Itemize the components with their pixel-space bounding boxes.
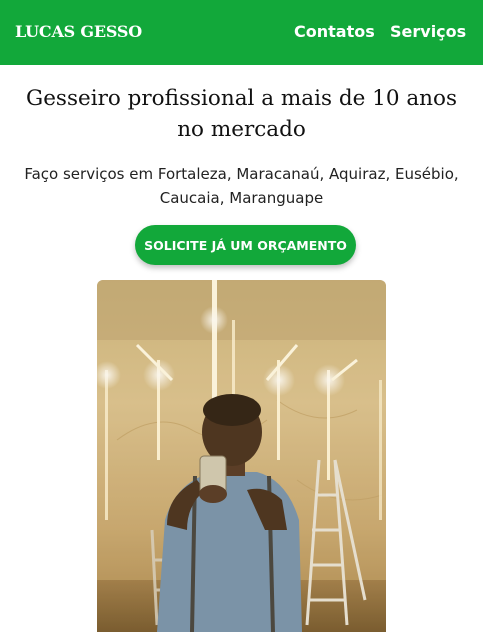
service-areas-text: Faço serviços em Fortaleza, Maracanaú, A… xyxy=(24,165,459,207)
page-headline: Gesseiro profissional a mais de 10 anos … xyxy=(26,86,457,142)
worker-selfie-photo xyxy=(97,280,386,632)
request-quote-button[interactable]: SOLICITE JÁ UM ORÇAMENTO xyxy=(135,225,356,265)
nav-link-contatos[interactable]: Contatos xyxy=(294,22,375,41)
brand-logo[interactable]: LUCAS GESSO xyxy=(15,22,142,41)
nav-link-servicos[interactable]: Serviços xyxy=(390,22,466,41)
navbar: LUCAS GESSO Contatos Serviços xyxy=(0,0,483,65)
